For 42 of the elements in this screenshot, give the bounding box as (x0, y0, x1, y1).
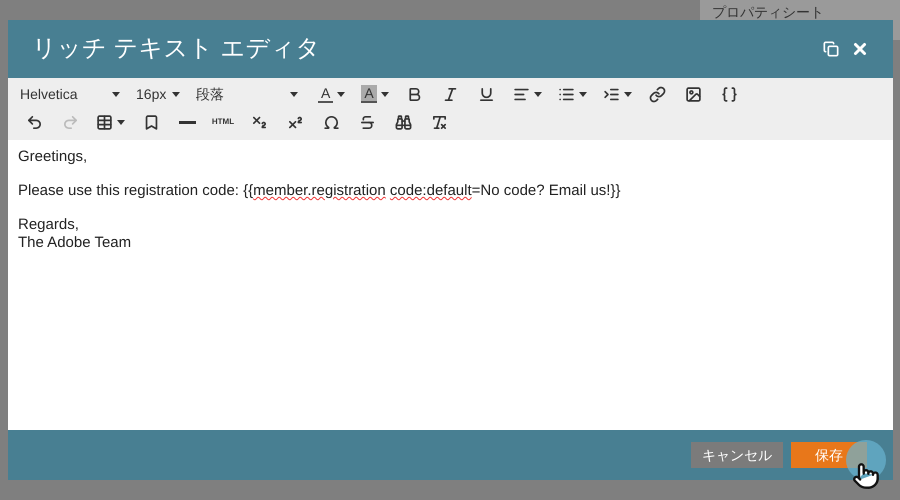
dialog-title: リッチ テキスト エディタ (32, 34, 322, 64)
superscript-icon (286, 114, 304, 130)
text-color-button[interactable]: A (353, 80, 397, 108)
subscript-icon (250, 114, 268, 130)
italic-icon (442, 86, 460, 102)
close-icon[interactable] (851, 40, 869, 58)
body-text: Regards, (18, 216, 80, 234)
caret-icon (112, 92, 120, 96)
cancel-button[interactable]: キャンセル (691, 442, 783, 468)
align-left-icon (512, 86, 530, 102)
braces-icon (721, 86, 738, 102)
dropdown[interactable]: 16px (132, 80, 184, 108)
caret-icon (534, 92, 542, 96)
panel-title: プロパティシート (712, 4, 824, 20)
strikethrough-icon (358, 114, 376, 130)
omega-icon (322, 114, 340, 130)
dropdown[interactable]: 段落 (192, 80, 302, 108)
indent-icon (602, 86, 620, 102)
caret-icon (117, 120, 125, 124)
body-text: Please use this registration code: {{member.registration code:default=No code? Email us!}} (18, 182, 622, 200)
undo-icon (26, 114, 42, 130)
image-icon (685, 86, 702, 102)
hand-cursor-icon (852, 462, 880, 490)
caret-icon (290, 92, 298, 96)
link-icon (649, 86, 666, 102)
text-color-button[interactable]: A (310, 80, 354, 108)
body-text: The Adobe Team (18, 234, 132, 252)
caret-icon (624, 92, 632, 96)
bookmark-icon (142, 114, 160, 130)
underline-icon (478, 86, 496, 102)
dropdown[interactable]: Helvetica (16, 80, 124, 108)
caret-icon (578, 92, 587, 96)
html-button[interactable]: HTML (205, 108, 241, 136)
table-icon (96, 114, 113, 130)
caret-icon (172, 92, 180, 96)
redo-icon (62, 114, 78, 130)
clear-format-icon (430, 114, 448, 130)
body-text: Greetings, (18, 148, 88, 166)
bullet-list-icon (558, 86, 575, 102)
restore-icon[interactable] (823, 41, 839, 57)
binoculars-icon (394, 114, 412, 130)
letter-a-icon: A (361, 85, 377, 103)
